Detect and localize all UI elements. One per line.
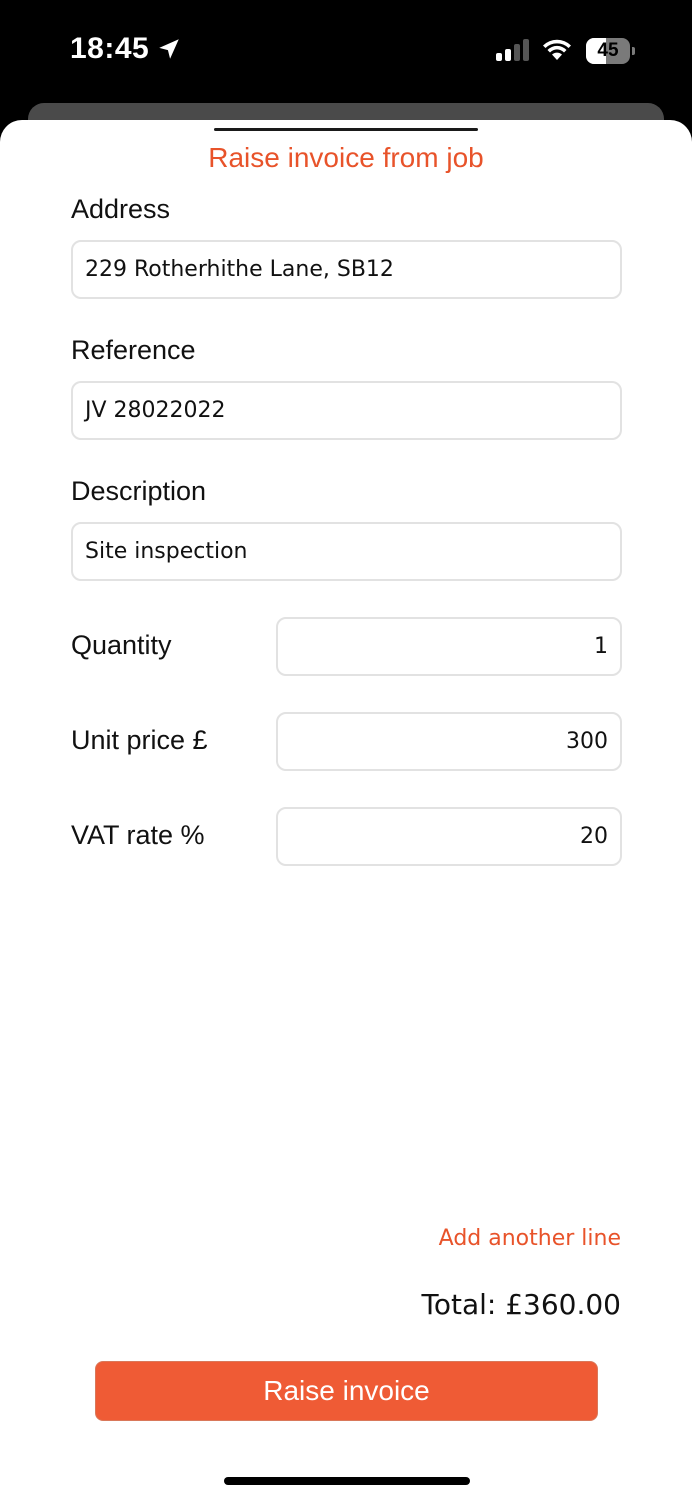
address-label: Address	[71, 194, 171, 224]
cellular-signal-icon	[496, 39, 529, 61]
home-indicator[interactable]	[224, 1477, 470, 1485]
quantity-label: Quantity	[71, 630, 172, 660]
vat-rate-label: VAT rate %	[71, 820, 205, 850]
sheet-title: Raise invoice from job	[208, 142, 484, 173]
description-label: Description	[71, 476, 207, 506]
vat-rate-input[interactable]: 20	[276, 807, 622, 866]
battery-icon: 45	[586, 38, 635, 64]
unit-price-input[interactable]: 300	[276, 712, 622, 771]
add-another-line-link[interactable]: Add another line	[439, 1226, 621, 1251]
invoice-sheet: Raise invoice from job Address 229 Rothe…	[0, 120, 692, 1500]
status-time: 18:45	[70, 32, 150, 65]
battery-level: 45	[597, 40, 619, 61]
address-input[interactable]: 229 Rotherhithe Lane, SB12	[71, 240, 622, 299]
status-bar: 18:45 45	[0, 0, 692, 100]
wifi-icon	[543, 39, 571, 60]
reference-input[interactable]: JV 28022022	[71, 381, 622, 440]
raise-invoice-button[interactable]: Raise invoice	[95, 1361, 598, 1421]
invoice-total: Total: £360.00	[421, 1288, 621, 1321]
battery-cap	[632, 47, 635, 55]
battery-body: 45	[586, 38, 630, 64]
unit-price-label: Unit price £	[71, 725, 208, 755]
sheet-grabber[interactable]	[214, 128, 478, 131]
location-arrow-icon	[159, 39, 179, 59]
description-input[interactable]: Site inspection	[71, 522, 622, 581]
quantity-input[interactable]: 1	[276, 617, 622, 676]
reference-label: Reference	[71, 335, 196, 365]
